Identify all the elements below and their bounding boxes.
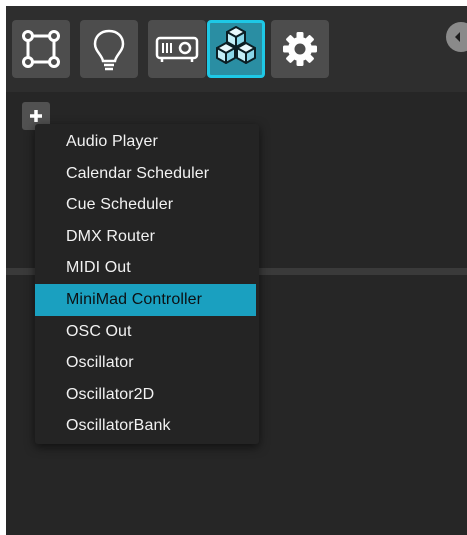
menu-item-oscillator[interactable]: Oscillator <box>35 347 259 379</box>
projector-icon <box>155 36 199 62</box>
lighting-tab-button[interactable] <box>80 20 138 78</box>
add-module-menu: Audio Player Calendar Scheduler Cue Sche… <box>35 124 259 444</box>
chevron-left-icon <box>455 32 460 42</box>
menu-item-calendar-scheduler[interactable]: Calendar Scheduler <box>35 158 259 190</box>
menu-item-audio-player[interactable]: Audio Player <box>35 126 259 158</box>
plus-icon <box>30 110 42 122</box>
modules-tab-button[interactable] <box>207 20 265 78</box>
lightbulb-icon <box>93 29 125 71</box>
gear-icon <box>283 32 317 66</box>
settings-tab-button[interactable] <box>271 20 329 78</box>
panel-toggle-button[interactable] <box>446 22 467 52</box>
menu-item-dmx-router[interactable]: DMX Router <box>35 221 259 253</box>
menu-item-oscillatorbank[interactable]: OscillatorBank <box>35 410 259 442</box>
menu-item-minimad-controller[interactable]: MiniMad Controller <box>35 283 256 316</box>
menu-item-oscillator2d[interactable]: Oscillator2D <box>35 379 259 411</box>
menu-item-cue-scheduler[interactable]: Cue Scheduler <box>35 189 259 221</box>
menu-item-osc-out[interactable]: OSC Out <box>35 316 259 348</box>
projectors-tab-button[interactable] <box>148 20 206 78</box>
toolbar <box>6 6 467 92</box>
app-window: Audio Player Calendar Scheduler Cue Sche… <box>6 6 467 535</box>
menu-item-midi-out[interactable]: MIDI Out <box>35 252 259 284</box>
surface-quad-icon <box>22 30 60 68</box>
cubes-icon <box>216 26 256 64</box>
surfaces-tab-button[interactable] <box>12 20 70 78</box>
